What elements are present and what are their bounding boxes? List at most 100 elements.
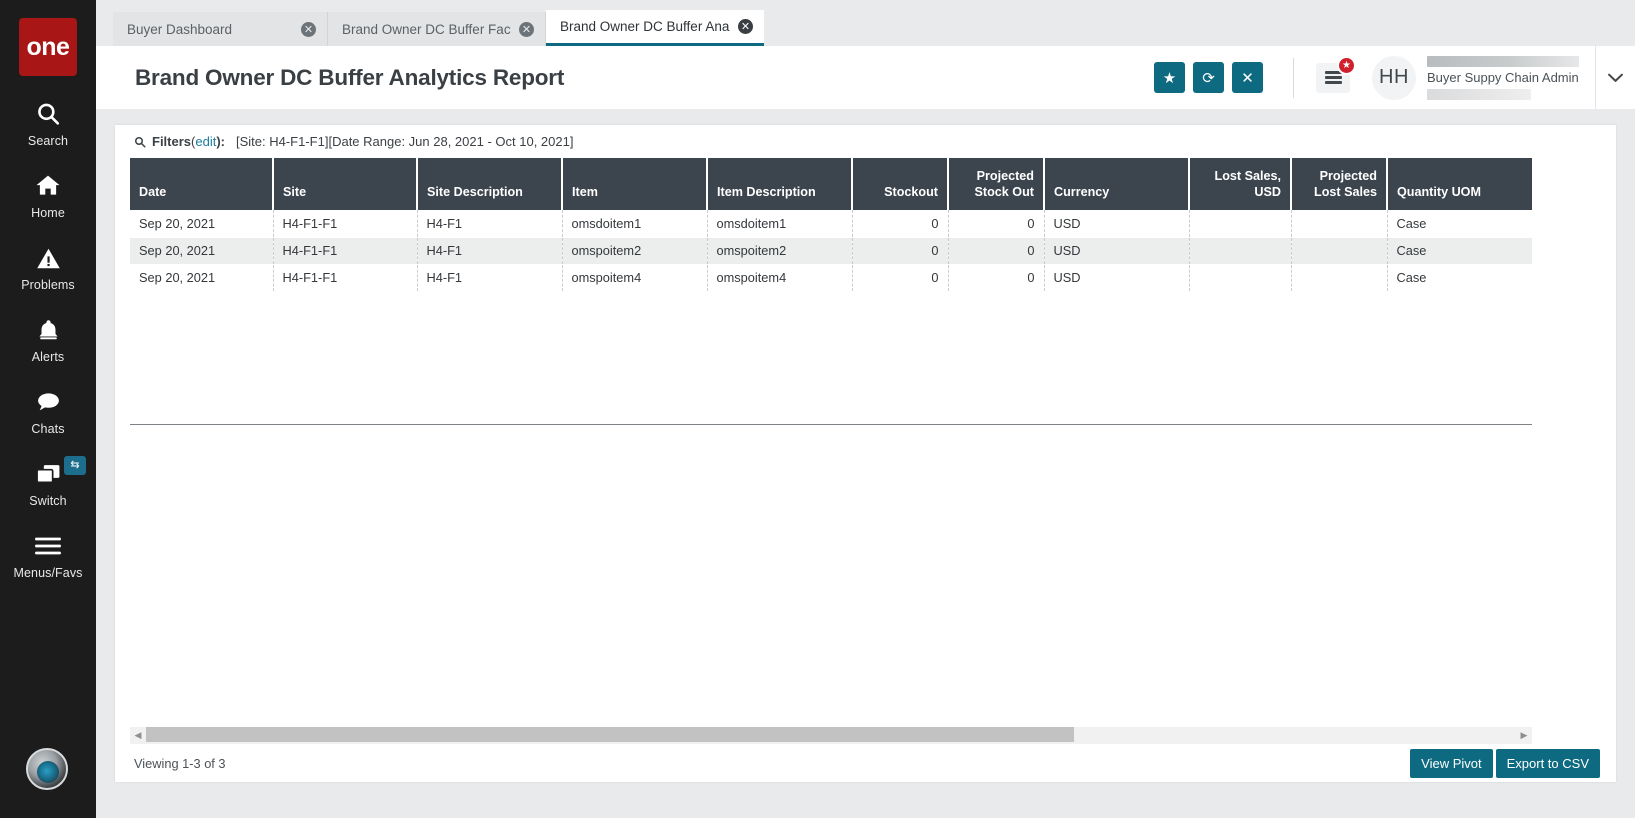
sidebar-label-problems: Problems	[21, 278, 75, 292]
cell-site_desc: H4-F1	[417, 237, 562, 264]
grid-column-header-lost_sales_usd[interactable]: Lost Sales, USD	[1189, 158, 1291, 210]
sidebar-item-switch[interactable]: ⇆ Switch	[0, 458, 96, 508]
grid-column-header-stockout[interactable]: Stockout	[852, 158, 948, 210]
hamburger-menu-icon[interactable]: ★	[1316, 63, 1350, 93]
cell-proj_lost_sales	[1291, 237, 1387, 264]
cell-date: Sep 20, 2021	[130, 264, 273, 291]
sidebar-label-menus-favs: Menus/Favs	[13, 566, 82, 580]
header-actions: ★ ⟳ ✕ ★ HH Buyer Suppy Chain Admin	[1146, 46, 1635, 109]
tab-label: Buyer Dashboard	[127, 22, 293, 37]
filters-bar: Filters ( edit ): [Site: H4-F1-F1][Date …	[115, 125, 1616, 158]
footer-button-group: View Pivot Export to CSV	[1407, 749, 1600, 778]
avatar[interactable]: HH	[1372, 56, 1416, 100]
cell-currency: USD	[1044, 264, 1189, 291]
grid-bottom-rule	[130, 424, 1532, 425]
sidebar-item-alerts[interactable]: Alerts	[0, 314, 96, 364]
refresh-icon: ⟳	[1202, 69, 1215, 87]
favorite-button[interactable]: ★	[1154, 62, 1185, 93]
cell-item_desc: omsdoitem1	[707, 210, 852, 237]
table-row[interactable]: Sep 20, 2021H4-F1-F1H4-F1omspoitem4omspo…	[130, 264, 1532, 291]
sidebar-label-search: Search	[28, 134, 68, 148]
tab-brand-owner-dc-buffer-analytics-report[interactable]: Brand Owner DC Buffer Analytic... ✕	[546, 10, 764, 46]
grid-column-header-qty_uom[interactable]: Quantity UOM	[1387, 158, 1532, 210]
cell-lost_sales_usd	[1189, 264, 1291, 291]
star-badge-icon: ★	[1337, 56, 1356, 75]
page-title: Brand Owner DC Buffer Analytics Report	[135, 65, 564, 91]
x-icon: ✕	[1241, 69, 1254, 87]
swap-arrows-icon[interactable]: ⇆	[64, 456, 86, 475]
cell-date: Sep 20, 2021	[130, 210, 273, 237]
cell-item: omsdoitem1	[562, 210, 707, 237]
filters-label: Filters	[152, 134, 191, 149]
one-network-logo[interactable]: one	[19, 18, 77, 76]
grid-column-header-date[interactable]: Date	[130, 158, 273, 210]
cell-lost_sales_usd	[1189, 237, 1291, 264]
filters-edit-link[interactable]: edit	[195, 134, 216, 149]
tab-label: Brand Owner DC Buffer Analytic...	[560, 19, 730, 34]
grid-column-header-site[interactable]: Site	[273, 158, 417, 210]
cell-site_desc: H4-F1	[417, 210, 562, 237]
cell-item: omspoitem2	[562, 237, 707, 264]
cell-qty_uom: Case	[1387, 264, 1532, 291]
sidebar-item-search[interactable]: Search	[0, 98, 96, 148]
close-circle-icon[interactable]: ✕	[301, 22, 316, 37]
search-icon	[134, 136, 146, 148]
chevron-down-icon[interactable]	[1595, 46, 1635, 109]
browser-tab-strip: Buyer Dashboard ✕ Brand Owner DC Buffer …	[96, 0, 1635, 46]
scroll-left-arrow-icon[interactable]: ◀	[130, 727, 146, 744]
sidebar-label-switch: Switch	[29, 494, 66, 508]
warning-triangle-icon	[31, 242, 65, 274]
refresh-button[interactable]: ⟳	[1193, 62, 1224, 93]
scrollbar-thumb[interactable]	[146, 727, 1074, 742]
sidebar-item-chats[interactable]: Chats	[0, 386, 96, 436]
grid-column-header-item_desc[interactable]: Item Description	[707, 158, 852, 210]
cell-proj_stock_out: 0	[948, 237, 1044, 264]
sidebar-label-home: Home	[31, 206, 65, 220]
cell-proj_stock_out: 0	[948, 264, 1044, 291]
cell-proj_stock_out: 0	[948, 210, 1044, 237]
user-profile-photo[interactable]	[26, 748, 68, 790]
sidebar-item-menus-favs[interactable]: Menus/Favs	[0, 530, 96, 580]
viewing-count-label: Viewing 1-3 of 3	[134, 756, 226, 771]
star-icon: ★	[1163, 69, 1176, 87]
cell-site: H4-F1-F1	[273, 264, 417, 291]
scrollbar-track[interactable]	[146, 727, 1516, 744]
tab-label: Brand Owner DC Buffer Fact Rep...	[342, 22, 511, 37]
export-to-csv-button[interactable]: Export to CSV	[1496, 749, 1600, 778]
page-header: Brand Owner DC Buffer Analytics Report ★…	[96, 46, 1635, 109]
grid-column-header-site_desc[interactable]: Site Description	[417, 158, 562, 210]
grid-column-header-currency[interactable]: Currency	[1044, 158, 1189, 210]
tab-brand-owner-dc-buffer-fact-report[interactable]: Brand Owner DC Buffer Fact Rep... ✕	[328, 12, 546, 46]
redacted-user-name-bar	[1427, 56, 1579, 67]
grid-column-header-proj_lost_sales[interactable]: Projected Lost Sales	[1291, 158, 1387, 210]
filters-value-text: [Site: H4-F1-F1][Date Range: Jun 28, 202…	[236, 134, 573, 149]
table-row[interactable]: Sep 20, 2021H4-F1-F1H4-F1omsdoitem1omsdo…	[130, 210, 1532, 237]
grid-column-header-proj_stock_out[interactable]: Projected Stock Out	[948, 158, 1044, 210]
cell-currency: USD	[1044, 210, 1189, 237]
view-pivot-button[interactable]: View Pivot	[1410, 749, 1492, 778]
windows-stack-icon	[31, 458, 65, 490]
hamburger-icon	[31, 530, 65, 562]
sidebar-label-chats: Chats	[31, 422, 64, 436]
cell-proj_lost_sales	[1291, 210, 1387, 237]
cell-item: omspoitem4	[562, 264, 707, 291]
cell-item_desc: omspoitem2	[707, 237, 852, 264]
cell-site: H4-F1-F1	[273, 237, 417, 264]
sidebar-item-problems[interactable]: Problems	[0, 242, 96, 292]
close-button[interactable]: ✕	[1232, 62, 1263, 93]
content-background: Filters ( edit ): [Site: H4-F1-F1][Date …	[96, 109, 1635, 818]
close-circle-icon[interactable]: ✕	[519, 22, 534, 37]
search-icon	[31, 98, 65, 130]
horizontal-scrollbar[interactable]: ◀ ▶	[130, 727, 1532, 744]
sidebar-item-home[interactable]: Home	[0, 170, 96, 220]
cell-lost_sales_usd	[1189, 210, 1291, 237]
cell-stockout: 0	[852, 264, 948, 291]
bell-icon	[31, 314, 65, 346]
table-row[interactable]: Sep 20, 2021H4-F1-F1H4-F1omspoitem2omspo…	[130, 237, 1532, 264]
grid-column-header-item[interactable]: Item	[562, 158, 707, 210]
scroll-right-arrow-icon[interactable]: ▶	[1516, 727, 1532, 744]
close-circle-icon[interactable]: ✕	[738, 19, 753, 34]
tab-buyer-dashboard[interactable]: Buyer Dashboard ✕	[113, 12, 328, 46]
report-footer: Viewing 1-3 of 3 View Pivot Export to CS…	[115, 744, 1616, 782]
redacted-org-bar	[1427, 89, 1531, 100]
